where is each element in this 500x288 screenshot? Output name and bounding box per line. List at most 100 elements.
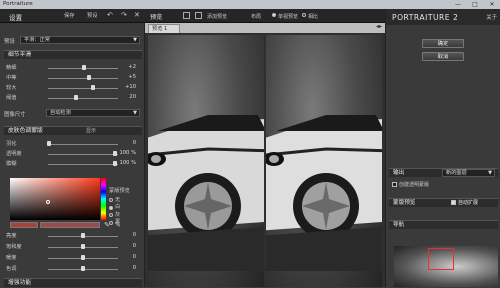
eyedropper-plus-icon[interactable]: ✎ bbox=[115, 221, 121, 229]
skin-slider-track[interactable] bbox=[48, 164, 118, 165]
tone-slider-row: 饱和度 0 bbox=[6, 243, 142, 251]
skin-slider-value: 100 % bbox=[119, 150, 136, 156]
smooth-slider-label: 阈值 bbox=[6, 95, 17, 101]
navigator-label: 导航 bbox=[393, 222, 405, 228]
smooth-slider-label: 中等 bbox=[6, 75, 17, 81]
single-view-icon[interactable] bbox=[183, 12, 190, 19]
output-dropdown[interactable]: 新的图层 ▼ bbox=[442, 169, 495, 177]
redo-icon[interactable]: ↷ bbox=[121, 11, 127, 19]
tab-scroll-icon[interactable]: ◂▸ bbox=[376, 23, 382, 30]
smooth-slider-value: +2 bbox=[128, 64, 136, 70]
eyedropper-icon[interactable]: ✎ bbox=[104, 221, 110, 229]
smooth-slider-track[interactable] bbox=[48, 78, 118, 79]
tone-slider-knob[interactable] bbox=[81, 244, 85, 249]
skin-slider-row: 羽化 0 bbox=[6, 140, 142, 148]
skin-slider-value: 0 bbox=[132, 140, 136, 146]
radio-label: 无 bbox=[115, 196, 121, 203]
skin-slider-knob[interactable] bbox=[112, 151, 117, 156]
car-image bbox=[148, 115, 264, 271]
tone-slider-row: 亮度 0 bbox=[6, 232, 142, 240]
preset-dropdown[interactable]: 平滑：正常 ▼ bbox=[20, 36, 140, 44]
tone-slider-label: 饱和度 bbox=[6, 244, 22, 250]
chevron-down-icon: ▼ bbox=[133, 37, 137, 43]
split-view-icon[interactable] bbox=[195, 12, 202, 19]
window-titlebar: Portraiture — □ ✕ bbox=[0, 0, 500, 9]
smooth-section-title: 细节平滑 bbox=[8, 52, 32, 58]
enhance-section-title: 增强功能 bbox=[8, 280, 32, 286]
single-preview-radio[interactable] bbox=[272, 13, 276, 17]
maximize-button[interactable]: □ bbox=[469, 0, 481, 9]
reset-icon[interactable]: ✕ bbox=[134, 11, 140, 19]
tone-slider-knob[interactable] bbox=[81, 255, 85, 260]
brand-logo: PORTRAITURE 2 bbox=[392, 13, 459, 22]
mask-radio-gray[interactable]: 灰 bbox=[109, 212, 130, 220]
skin-show-label[interactable]: 显示 bbox=[86, 127, 96, 136]
tone-slider-knob[interactable] bbox=[81, 233, 85, 238]
enhance-section-header[interactable]: 增强功能 bbox=[4, 278, 142, 287]
settings-title: 设置 bbox=[9, 14, 23, 22]
minimize-button[interactable]: — bbox=[452, 0, 464, 9]
skin-slider-track[interactable] bbox=[48, 144, 118, 145]
window-title: Portraiture bbox=[3, 1, 33, 7]
smooth-slider-knob[interactable] bbox=[90, 85, 95, 90]
smooth-slider-row: 中等 +5 bbox=[6, 74, 142, 82]
preview-title: 预览 bbox=[150, 14, 163, 21]
output-panel: PORTRAITURE 2 关于 确定 取消 输出 新的图层 ▼ 创建透明蒙版 蒙… bbox=[385, 9, 500, 287]
smooth-slider-track[interactable] bbox=[48, 88, 118, 89]
preview-area: 预览 添加预览 布局 单视预览 相比 预览 1 ◂▸ bbox=[145, 9, 385, 287]
layout-label: 布局 bbox=[251, 14, 262, 20]
add-preview-button[interactable]: 添加预览 bbox=[207, 13, 227, 20]
car-image bbox=[266, 115, 382, 271]
smooth-section-header[interactable]: 细节平滑 bbox=[4, 50, 142, 59]
preset-button[interactable]: 预设 bbox=[87, 12, 97, 19]
smooth-slider-track[interactable] bbox=[48, 98, 118, 99]
navigator-thumbnail[interactable] bbox=[394, 246, 498, 287]
output-value: 新的图层 bbox=[446, 170, 467, 176]
smooth-slider-value: +10 bbox=[125, 84, 136, 90]
cancel-button[interactable]: 取消 bbox=[422, 52, 464, 61]
skin-color-swatch[interactable] bbox=[10, 222, 38, 228]
compare-radio[interactable] bbox=[302, 13, 306, 17]
skin-slider-track[interactable] bbox=[48, 154, 118, 155]
chevron-down-icon: ▼ bbox=[133, 110, 137, 116]
tone-slider-row: 暖度 0 bbox=[6, 254, 142, 262]
mask-preview-section[interactable]: 蒙版预览 自动扩展 bbox=[389, 198, 498, 207]
ok-button[interactable]: 确定 bbox=[422, 39, 464, 48]
tone-slider-knob[interactable] bbox=[81, 266, 85, 271]
image-size-value: 自动检测 bbox=[50, 110, 71, 116]
radio-icon bbox=[109, 213, 113, 218]
auto-expand-option[interactable]: 自动扩展 bbox=[451, 199, 478, 208]
image-size-dropdown[interactable]: 自动检测 ▼ bbox=[46, 109, 140, 117]
preview-tab-1[interactable]: 预览 1 bbox=[148, 24, 180, 33]
skin-slider-row: 透明度 100 % bbox=[6, 150, 142, 158]
preview-before[interactable] bbox=[148, 35, 264, 287]
tone-slider-value: 0 bbox=[132, 232, 136, 238]
about-link[interactable]: 关于 bbox=[486, 13, 497, 21]
smooth-slider-label: 较大 bbox=[6, 85, 17, 91]
color-picker-marker[interactable] bbox=[46, 200, 50, 204]
mask-radio-white[interactable]: 白 bbox=[109, 204, 130, 212]
skin-section-header[interactable]: 皮肤色调蒙版 显示 bbox=[4, 126, 142, 135]
skin-slider-knob[interactable] bbox=[112, 161, 117, 166]
smooth-slider-value: +5 bbox=[128, 74, 136, 80]
undo-icon[interactable]: ↶ bbox=[107, 11, 113, 19]
smooth-slider-knob[interactable] bbox=[82, 65, 87, 70]
skin-section-title: 皮肤色调蒙版 bbox=[8, 128, 43, 134]
smooth-slider-knob[interactable] bbox=[86, 75, 91, 80]
close-button[interactable]: ✕ bbox=[486, 0, 498, 9]
preview-toolbar: 预览 添加预览 布局 单视预览 相比 bbox=[145, 9, 385, 23]
skin-range-swatch[interactable] bbox=[40, 222, 100, 228]
navigator-viewport-box[interactable] bbox=[428, 248, 454, 270]
mask-radio-label: 蒙版预览 bbox=[109, 188, 130, 194]
smooth-slider-knob[interactable] bbox=[74, 95, 78, 100]
mask-radio-none[interactable]: 无 bbox=[109, 197, 130, 205]
preset-value: 平滑：正常 bbox=[24, 37, 50, 43]
hue-strip[interactable] bbox=[101, 178, 106, 220]
skin-slider-knob[interactable] bbox=[47, 141, 52, 146]
checkbox-icon bbox=[392, 182, 397, 187]
transparent-mask-option[interactable]: 创建透明蒙版 bbox=[392, 181, 429, 188]
compare-label: 相比 bbox=[308, 14, 319, 20]
preview-after[interactable] bbox=[266, 35, 382, 287]
save-button[interactable]: 保存 bbox=[64, 12, 74, 19]
skin-color-picker[interactable] bbox=[10, 178, 100, 220]
